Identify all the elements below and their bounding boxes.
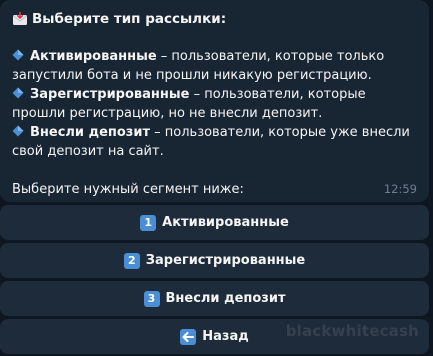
channel-watermark: blackwhitecash <box>285 322 419 340</box>
segment-name: Активированные <box>30 49 157 64</box>
keycap-three-icon: 3 <box>143 290 160 307</box>
segment-name: Внесли депозит <box>30 125 150 140</box>
keycap-two-icon: 2 <box>123 252 140 269</box>
small-blue-diamond-icon <box>12 124 24 137</box>
message-title: Выберите тип рассылки: <box>12 10 417 28</box>
incoming-envelope-icon <box>12 11 28 26</box>
segment-description-deposited: Внесли депозит – пользователи, которые у… <box>12 123 417 161</box>
message-title-text: Выберите тип рассылки: <box>32 11 227 27</box>
registered-button-label: Зарегистрированные <box>145 253 306 268</box>
small-blue-diamond-icon <box>12 86 24 99</box>
back-arrow-icon <box>180 328 197 345</box>
message-timestamp: 12:59 <box>383 182 417 196</box>
back-button-label: Назад <box>202 329 249 344</box>
keycap-one-icon: 1 <box>140 214 157 231</box>
registered-button[interactable]: 2 Зарегистрированные <box>0 243 429 278</box>
segment-description-activated: Активированные – пользователи, которые т… <box>12 47 417 85</box>
segment-description-registered: Зарегистрированные – пользователи, котор… <box>12 85 417 123</box>
deposited-button-label: Внесли депозит <box>165 291 286 306</box>
message-prompt: Выберите нужный сегмент ниже: <box>12 182 244 197</box>
small-blue-diamond-icon <box>12 48 24 61</box>
segment-name: Зарегистрированные <box>30 87 190 102</box>
bot-message-bubble: Выберите тип рассылки: Активированные – … <box>0 0 429 202</box>
deposited-button[interactable]: 3 Внесли депозит <box>0 281 429 316</box>
activated-button-label: Активированные <box>162 215 289 230</box>
activated-button[interactable]: 1 Активированные <box>0 205 429 240</box>
